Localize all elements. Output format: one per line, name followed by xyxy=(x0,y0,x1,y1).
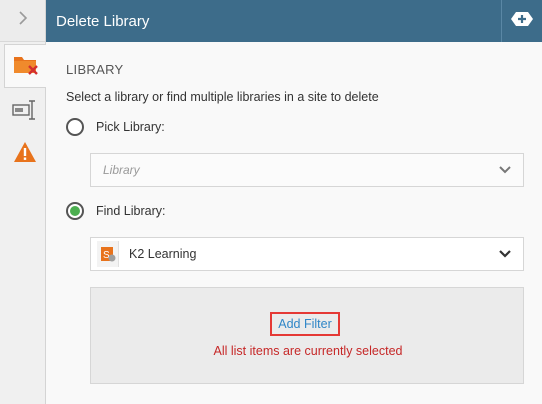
library-select[interactable]: Library xyxy=(90,153,524,187)
site-select-value: K2 Learning xyxy=(129,247,197,261)
pick-library-option[interactable]: Pick Library: xyxy=(66,118,165,136)
folder-delete-icon xyxy=(12,52,40,81)
add-icon xyxy=(510,11,534,32)
find-library-label: Find Library: xyxy=(96,204,166,218)
collapse-toggle[interactable] xyxy=(0,0,45,42)
delete-library-tab[interactable] xyxy=(4,44,46,88)
main-content: LIBRARY Select a library or find multipl… xyxy=(46,42,542,404)
find-library-option[interactable]: Find Library: xyxy=(66,202,165,220)
page-title: Delete Library xyxy=(56,12,150,30)
side-rail xyxy=(0,0,46,404)
pick-library-label: Pick Library: xyxy=(96,120,165,134)
delete-library-panel: Delete Library LIBRARY Select a library … xyxy=(0,0,542,404)
chevron-right-icon xyxy=(17,10,29,31)
add-filter-link[interactable]: Add Filter xyxy=(270,312,340,336)
warning-icon xyxy=(13,141,37,168)
input-field-icon xyxy=(12,99,38,126)
chevron-down-icon xyxy=(487,165,523,175)
add-button[interactable] xyxy=(502,0,542,42)
chevron-down-icon xyxy=(487,249,523,259)
find-library-radio[interactable] xyxy=(66,202,84,220)
pick-library-radio[interactable] xyxy=(66,118,84,136)
library-select-placeholder: Library xyxy=(103,163,140,177)
radio-selected-dot xyxy=(70,206,80,216)
errors-tab[interactable] xyxy=(4,136,46,172)
section-description: Select a library or find multiple librar… xyxy=(66,90,379,104)
site-select[interactable]: S K2 Learning xyxy=(90,237,524,271)
filter-status-text: All list items are currently selected xyxy=(213,344,403,358)
filter-panel: Add Filter All list items are currently … xyxy=(90,287,524,384)
sharepoint-site-icon: S xyxy=(97,241,119,267)
input-mapping-tab[interactable] xyxy=(4,92,46,132)
panel-header: Delete Library xyxy=(46,0,542,42)
section-title: LIBRARY xyxy=(66,62,124,77)
